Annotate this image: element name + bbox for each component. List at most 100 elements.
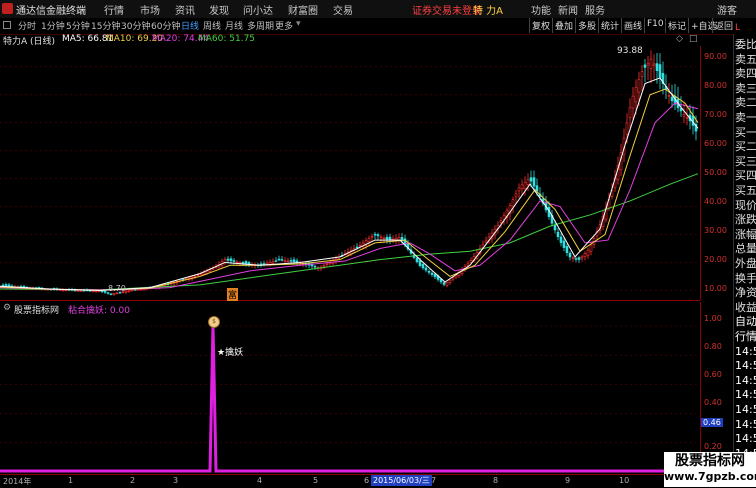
candle-body [367, 238, 371, 243]
login-status[interactable]: 证券交易未登录 [412, 2, 482, 17]
window-icon[interactable]: □ [689, 34, 698, 44]
menu-item-market[interactable]: 市场 [140, 2, 160, 17]
menu-item-newsfeed[interactable]: 新闻 [558, 2, 578, 17]
side-item[interactable]: 收益 [735, 301, 756, 315]
candle-body [265, 262, 269, 265]
side-item[interactable]: 14:5 [735, 388, 756, 402]
side-item[interactable]: 外盘 [735, 257, 756, 271]
side-item[interactable]: 自动 [735, 315, 756, 329]
menu-item-caifuquan[interactable]: 财富圈 [288, 2, 318, 17]
side-item[interactable]: 总量 [735, 242, 756, 256]
side-item[interactable]: 卖三 [735, 82, 756, 96]
ma5-line [0, 77, 699, 291]
side-item[interactable]: 买四 [735, 169, 756, 183]
month-tick: 5 [313, 476, 319, 485]
candle-body [499, 220, 503, 223]
overlay-button[interactable]: 叠加 [552, 18, 575, 33]
side-item[interactable]: 14:5 [735, 418, 756, 432]
menu-item-wenxiaoda[interactable]: 问小达 [243, 2, 273, 17]
indicator-svg[interactable] [0, 314, 700, 474]
side-item[interactable]: 买五 [735, 184, 756, 198]
side-item[interactable]: 卖四 [735, 67, 756, 81]
candle-body [385, 236, 389, 240]
candle-body [202, 272, 206, 275]
menu-item-discover[interactable]: 发现 [209, 2, 229, 17]
candle-body [571, 257, 575, 259]
indicator-settings-icon[interactable]: ⚙ [3, 303, 11, 313]
candle-body [247, 262, 251, 265]
period-30min[interactable]: 30分钟 [121, 19, 150, 32]
side-item[interactable]: 14:5 [735, 432, 756, 446]
app-logo-icon [2, 3, 13, 14]
period-fenshi[interactable]: 分时 [18, 19, 36, 32]
candle-body [277, 258, 281, 261]
menu-item-trade[interactable]: 交易 [333, 2, 353, 17]
period-weekly[interactable]: 周线 [203, 19, 221, 32]
period-multi[interactable]: 多周期 [247, 19, 274, 32]
kline-chart[interactable]: 93.88 8.70 富 [0, 46, 700, 301]
candle-body [376, 234, 380, 237]
back-button[interactable]: 返回 [712, 18, 735, 33]
indicator-chart[interactable]: $ ★擒妖 [0, 314, 700, 474]
menu-item-function[interactable]: 功能 [531, 2, 551, 17]
fuquan-button[interactable]: 复权 [529, 18, 552, 33]
side-item[interactable]: 行情 [735, 330, 756, 344]
candle-body [76, 290, 80, 292]
candle-body [424, 267, 428, 271]
ma-legend-bar: 特力A (日线) MA5: 66.81 MA10: 69.20 MA20: 74… [0, 34, 700, 47]
period-more[interactable]: 更多 [275, 19, 293, 32]
side-item[interactable]: 买三 [735, 155, 756, 169]
menu-item-news[interactable]: 资讯 [175, 2, 195, 17]
square-icon[interactable] [3, 21, 11, 29]
candle-body [631, 95, 635, 109]
stats-button[interactable]: 统计 [598, 18, 621, 33]
menu-item-hq[interactable]: 行情 [104, 2, 124, 17]
candle-body [241, 262, 245, 264]
side-item[interactable]: 涨跌 [735, 213, 756, 227]
y-tick: 70.00 [704, 110, 727, 119]
side-item[interactable]: 换手 [735, 272, 756, 286]
side-item[interactable]: 14:5 [735, 359, 756, 373]
candle-body [565, 245, 569, 253]
side-item[interactable]: 卖一 [735, 111, 756, 125]
period-60min[interactable]: 60分钟 [151, 19, 180, 32]
f10-button[interactable]: F10 [644, 18, 666, 33]
more-arrow-icon[interactable]: ▾ [296, 19, 301, 29]
stock-tab[interactable]: 特 力A [473, 2, 503, 17]
multi-stock-button[interactable]: 多股 [575, 18, 598, 33]
side-item[interactable]: 委比 [735, 38, 756, 52]
side-item[interactable]: 净资 [735, 286, 756, 300]
candle-body [442, 282, 446, 285]
candle-body [574, 258, 578, 260]
settings-icon[interactable]: ◇ [676, 34, 683, 44]
side-item[interactable]: 14:5 [735, 345, 756, 359]
candle-body [244, 261, 248, 264]
user-guest[interactable]: 游客 [717, 2, 737, 17]
candle-body [370, 236, 374, 238]
period-1min[interactable]: 1分钟 [41, 19, 65, 32]
period-monthly[interactable]: 月线 [225, 19, 243, 32]
month-tick: 2 [130, 476, 136, 485]
draw-line-button[interactable]: 画线 [621, 18, 644, 33]
site-watermark: 股票指标网 www.7gpzb.com [664, 452, 756, 487]
mark-button[interactable]: 标记 [665, 18, 688, 33]
event-marker[interactable]: 富 [227, 288, 239, 301]
side-item[interactable]: 14:5 [735, 374, 756, 388]
period-daily[interactable]: 日线 [181, 19, 199, 32]
period-5min[interactable]: 5分钟 [66, 19, 90, 32]
candle-body [643, 64, 647, 68]
side-item[interactable]: 14:5 [735, 403, 756, 417]
side-item[interactable]: 卖二 [735, 96, 756, 110]
candle-body [526, 179, 530, 185]
month-tick: 4 [257, 476, 263, 485]
kline-svg[interactable] [0, 46, 700, 300]
side-item[interactable]: 买一 [735, 126, 756, 140]
menu-item-service[interactable]: 服务 [585, 2, 605, 17]
candle-body [640, 71, 644, 77]
side-item[interactable]: 现价 [735, 199, 756, 213]
period-15min[interactable]: 15分钟 [91, 19, 120, 32]
side-item[interactable]: 卖五 [735, 53, 756, 67]
side-item[interactable]: 涨幅 [735, 228, 756, 242]
side-item[interactable]: 买二 [735, 140, 756, 154]
app-title: 通达信金融终端 [16, 6, 86, 17]
